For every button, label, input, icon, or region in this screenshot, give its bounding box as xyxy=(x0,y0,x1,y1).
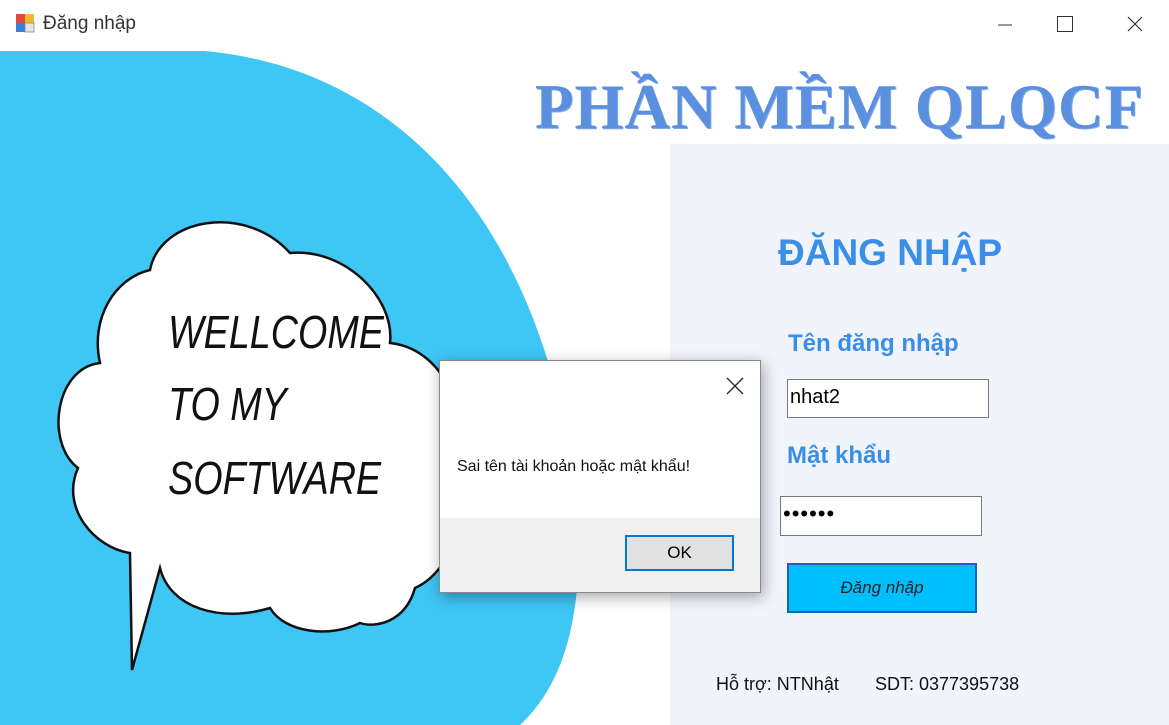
window-title: Đăng nhập xyxy=(43,13,136,34)
maximize-button[interactable] xyxy=(1030,0,1100,48)
title-bar: Đăng nhập xyxy=(0,0,1169,48)
dialog-close-icon[interactable] xyxy=(724,375,746,397)
username-label: Tên đăng nhập xyxy=(788,330,959,357)
app-icon xyxy=(16,14,35,33)
login-window: Đăng nhập WELLCOME TO MY SOFTWARE PHẦN M… xyxy=(0,0,1169,725)
login-heading: ĐĂNG NHẬP xyxy=(778,232,1003,273)
phone-text: SDT: 0377395738 xyxy=(875,674,1020,694)
password-label: Mật khẩu xyxy=(787,442,892,469)
username-input[interactable]: nhat2 xyxy=(787,379,989,418)
support-text: Hỗ trợ: NTNhật xyxy=(716,674,839,694)
maximize-icon xyxy=(1057,16,1073,32)
dialog-message: Sai tên tài khoản hoặc mật khẩu! xyxy=(457,458,691,475)
login-button-label: Đăng nhập xyxy=(840,578,924,597)
welcome-line-3: SOFTWARE xyxy=(168,452,382,503)
welcome-line-1: WELLCOME xyxy=(168,306,385,357)
app-title: PHẦN MỀM QLQCF xyxy=(535,72,1144,142)
close-icon xyxy=(1127,16,1143,32)
minimize-icon xyxy=(998,24,1012,26)
close-window-button[interactable] xyxy=(1100,0,1169,48)
ok-button[interactable]: OK xyxy=(625,535,734,571)
ok-button-label: OK xyxy=(667,543,692,562)
dialog-footer: OK xyxy=(440,518,760,592)
welcome-line-2: TO MY xyxy=(168,378,289,429)
password-input[interactable]: •••••• xyxy=(780,496,982,536)
error-dialog: Sai tên tài khoản hoặc mật khẩu! OK xyxy=(439,360,761,593)
login-button[interactable]: Đăng nhập xyxy=(787,563,977,613)
